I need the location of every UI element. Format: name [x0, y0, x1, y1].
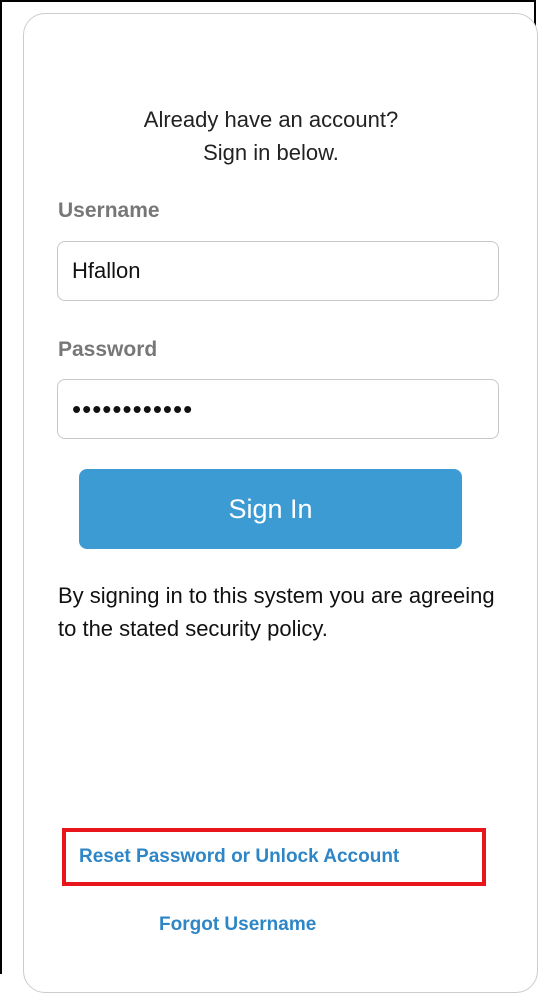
heading-line-2: Sign in below. [203, 140, 339, 165]
password-label: Password [58, 338, 158, 361]
username-input[interactable] [57, 241, 499, 301]
sign-in-button[interactable]: Sign In [79, 469, 462, 549]
reset-password-link[interactable]: Reset Password or Unlock Account [79, 846, 399, 868]
forgot-username-link[interactable]: Forgot Username [159, 914, 316, 936]
heading-line-1: Already have an account? [143, 107, 399, 132]
password-input[interactable] [57, 379, 499, 439]
signin-heading: Already have an account? Sign in below. [24, 103, 518, 169]
username-label: Username [58, 199, 160, 222]
security-policy-text: By signing in to this system you are agr… [58, 583, 495, 641]
